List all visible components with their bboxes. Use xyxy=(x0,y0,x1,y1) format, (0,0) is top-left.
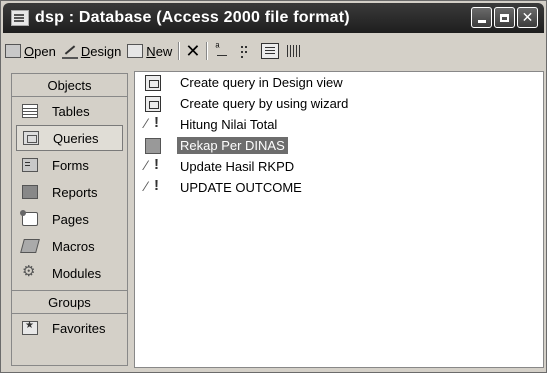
objects-item-tables[interactable]: Tables xyxy=(16,98,123,124)
window-title: dsp : Database (Access 2000 file format) xyxy=(35,9,350,26)
objects-item-label: Tables xyxy=(52,103,90,119)
delete-button[interactable]: ✕ xyxy=(185,41,200,62)
large-icons-view-icon[interactable] xyxy=(213,41,231,59)
details-view-icon[interactable] xyxy=(285,43,303,59)
list-item-label: Hitung Nilai Total xyxy=(180,117,278,132)
table-icon xyxy=(22,104,38,118)
query-icon xyxy=(23,131,39,145)
open-label-accelerator: O xyxy=(24,43,35,59)
toolbar-separator xyxy=(178,42,181,60)
design-label: esign xyxy=(90,43,122,59)
objects-item-label: Queries xyxy=(53,130,99,146)
new-icon xyxy=(127,44,144,58)
list-item[interactable]: Create query by using wizard xyxy=(135,93,543,114)
objects-item-forms[interactable]: Forms xyxy=(16,152,123,178)
groups-item-favorites[interactable]: Favorites xyxy=(16,315,123,341)
maximize-button[interactable] xyxy=(494,7,515,28)
database-icon[interactable] xyxy=(11,10,29,26)
close-icon: ✕ xyxy=(521,9,534,26)
database-toolbar: Open Design New ✕ xyxy=(5,37,542,65)
title-bar[interactable]: dsp : Database (Access 2000 file format)… xyxy=(3,3,544,33)
open-button[interactable]: Open xyxy=(5,44,56,59)
design-button[interactable]: Design xyxy=(61,43,122,59)
module-icon xyxy=(22,262,38,280)
design-icon xyxy=(61,43,78,59)
shortcut-icon xyxy=(145,74,161,91)
objects-item-label: Pages xyxy=(52,211,89,227)
report-icon xyxy=(22,185,38,199)
open-label: pen xyxy=(34,43,56,59)
list-item-label: Update Hasil RKPD xyxy=(180,159,295,174)
list-item-label: Rekap Per DINAS xyxy=(177,137,288,154)
list-item[interactable]: Hitung Nilai Total xyxy=(135,114,543,135)
close-button[interactable]: ✕ xyxy=(517,7,538,28)
design-label-accelerator: D xyxy=(80,43,91,59)
form-icon xyxy=(22,158,38,172)
window-controls: ✕ xyxy=(471,7,538,28)
objects-item-modules[interactable]: Modules xyxy=(16,260,123,286)
objects-item-label: Reports xyxy=(52,184,98,200)
page-icon xyxy=(20,210,38,226)
update-query-icon xyxy=(145,156,161,175)
new-button[interactable]: New xyxy=(127,44,172,59)
list-item-label: UPDATE OUTCOME xyxy=(180,180,302,195)
objects-item-label: Macros xyxy=(52,238,95,254)
list-item[interactable]: Create query in Design view xyxy=(135,72,543,93)
objects-item-reports[interactable]: Reports xyxy=(16,179,123,205)
favorites-icon xyxy=(22,320,38,335)
list-item[interactable]: UPDATE OUTCOME xyxy=(135,177,543,198)
objects-item-pages[interactable]: Pages xyxy=(16,206,123,232)
toolbar-separator xyxy=(206,42,209,60)
database-window: dsp : Database (Access 2000 file format)… xyxy=(0,0,547,373)
objects-header[interactable]: Objects xyxy=(12,74,127,97)
groups-item-label: Favorites xyxy=(52,320,106,336)
list-item-label: Create query in Design view xyxy=(180,75,343,90)
minimize-button[interactable] xyxy=(471,7,492,28)
maximize-icon xyxy=(500,13,509,22)
objects-item-label: Modules xyxy=(52,265,102,281)
minimize-icon xyxy=(477,20,486,23)
update-query-icon xyxy=(145,114,161,133)
objects-item-queries[interactable]: Queries xyxy=(16,125,123,151)
open-icon xyxy=(5,44,21,58)
objects-item-label: Forms xyxy=(52,157,89,173)
small-icons-view-icon[interactable] xyxy=(237,43,255,59)
list-view-icon[interactable] xyxy=(261,43,280,59)
query-list: Create query in Design view Create query… xyxy=(134,71,544,368)
list-item[interactable]: Update Hasil RKPD xyxy=(135,156,543,177)
new-label-accelerator: N xyxy=(146,43,156,59)
objects-item-macros[interactable]: Macros xyxy=(16,233,123,259)
list-item-selected[interactable]: Rekap Per DINAS xyxy=(135,135,543,156)
list-item-label: Create query by using wizard xyxy=(180,96,349,111)
groups-header[interactable]: Groups xyxy=(12,290,127,314)
macro-icon xyxy=(20,239,40,253)
wizard-icon xyxy=(145,95,161,112)
new-label: ew xyxy=(155,43,173,59)
objects-bar: Objects Tables Queries Forms Reports Pag… xyxy=(11,73,128,366)
update-query-icon xyxy=(145,177,161,196)
select-query-icon xyxy=(145,137,161,154)
